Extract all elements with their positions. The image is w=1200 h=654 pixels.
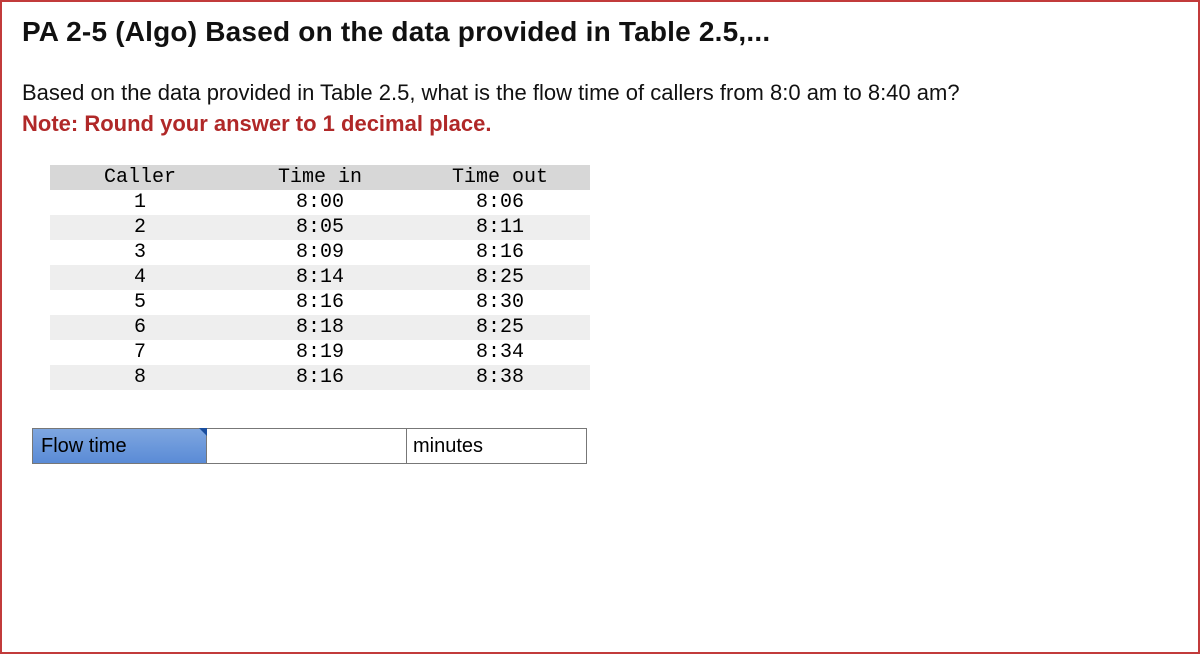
question-container: PA 2-5 (Algo) Based on the data provided… [0,0,1200,654]
cell-time-in: 8:18 [230,315,410,340]
cell-caller: 4 [50,265,230,290]
answer-row: Flow time minutes [32,428,1178,464]
question-text: Based on the data provided in Table 2.5,… [22,76,1178,109]
answer-unit: minutes [407,428,587,464]
cell-caller: 2 [50,215,230,240]
cell-time-in: 8:19 [230,340,410,365]
cell-caller: 3 [50,240,230,265]
cell-time-out: 8:30 [410,290,590,315]
cell-time-out: 8:06 [410,190,590,215]
data-table: Caller Time in Time out 1 8:00 8:06 2 8:… [50,165,590,390]
cell-time-in: 8:16 [230,365,410,390]
cell-caller: 1 [50,190,230,215]
cell-caller: 7 [50,340,230,365]
cell-caller: 5 [50,290,230,315]
flow-time-input[interactable] [207,428,407,464]
answer-label: Flow time [32,428,207,464]
problem-title: PA 2-5 (Algo) Based on the data provided… [22,16,1178,48]
col-header-time-out: Time out [410,165,590,190]
cell-time-out: 8:38 [410,365,590,390]
cell-caller: 8 [50,365,230,390]
col-header-caller: Caller [50,165,230,190]
cell-time-out: 8:34 [410,340,590,365]
rounding-note: Note: Round your answer to 1 decimal pla… [22,111,1178,137]
cell-time-in: 8:05 [230,215,410,240]
cell-time-in: 8:09 [230,240,410,265]
cell-caller: 6 [50,315,230,340]
cell-time-in: 8:00 [230,190,410,215]
col-header-time-in: Time in [230,165,410,190]
cell-time-out: 8:16 [410,240,590,265]
cell-time-in: 8:16 [230,290,410,315]
cell-time-out: 8:25 [410,265,590,290]
cell-time-in: 8:14 [230,265,410,290]
cell-time-out: 8:11 [410,215,590,240]
cell-time-out: 8:25 [410,315,590,340]
